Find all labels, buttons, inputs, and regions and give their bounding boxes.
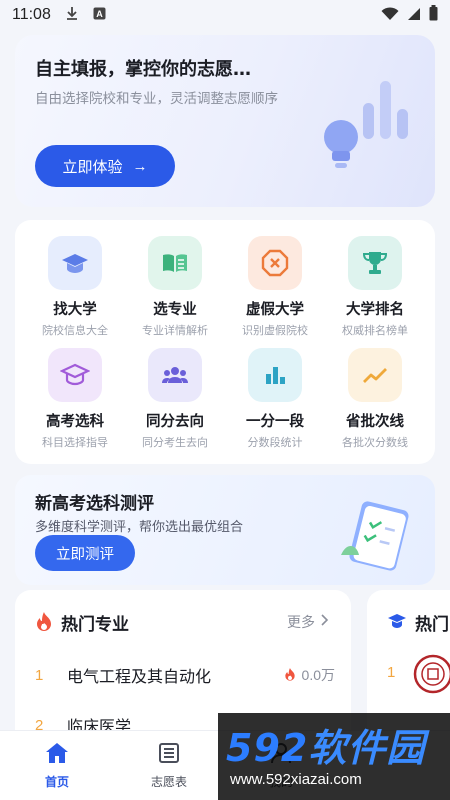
grid-desc: 权威排名榜单 xyxy=(342,324,408,337)
hero-banner: 自主填报，掌控你的志愿… 自由选择院校和专业，灵活调整志愿顺序 立即体验 → xyxy=(15,35,435,207)
clipboard-check-icon xyxy=(341,501,409,571)
wifi-icon xyxy=(381,6,399,25)
download-icon xyxy=(65,6,79,24)
grid-label: 虚假大学 xyxy=(246,302,304,318)
grid-desc: 专业详情解析 xyxy=(142,324,208,337)
tab-label: 志愿表 xyxy=(150,775,187,789)
major-name: 电气工程及其自动化 xyxy=(67,667,212,686)
signal-icon xyxy=(407,6,421,25)
status-time: 11:08 xyxy=(12,6,51,23)
watermark: 592软件园 www.592xiazai.com xyxy=(218,713,450,800)
hot-schools-title: 热门 xyxy=(415,615,449,635)
watermark-logo-cn: 软件园 xyxy=(308,726,426,770)
grid-desc: 同分考生去向 xyxy=(142,436,208,449)
grid-item-same-score[interactable]: 同分去向 同分考生去向 xyxy=(125,348,225,458)
chevron-right-icon xyxy=(321,614,329,630)
fire-icon xyxy=(35,611,53,635)
grid-label: 大学排名 xyxy=(346,302,404,318)
eval-subtitle: 多维度科学测评，帮你选出最优组合 xyxy=(35,520,244,535)
hot-majors-header: 热门专业 xyxy=(35,610,129,635)
grid-item-find-university[interactable]: 找大学 院校信息大全 xyxy=(25,236,125,346)
university-logo-icon xyxy=(413,654,450,694)
hot-schools-header: 热门 xyxy=(387,610,449,635)
bar-chart-icon xyxy=(248,348,302,402)
eval-title: 新高考选科测评 xyxy=(35,494,154,514)
tab-label: 首页 xyxy=(44,775,69,789)
hot-majors-title: 热门专业 xyxy=(61,615,129,635)
home-icon xyxy=(45,742,69,767)
list-icon xyxy=(158,742,180,767)
rank-number: 1 xyxy=(35,666,44,684)
trophy-icon xyxy=(348,236,402,290)
grid-item-fake-university[interactable]: 虚假大学 识别虚假院校 xyxy=(225,236,325,346)
grid-desc: 识别虚假院校 xyxy=(242,324,308,337)
grid-label: 一分一段 xyxy=(246,414,304,430)
function-grid: 找大学 院校信息大全 选专业 专业详情解析 虚假大学 识别虚假院校 大学排名 权… xyxy=(15,220,435,464)
heat-value: 0.0万 xyxy=(284,665,335,685)
hero-title: 自主填报，掌控你的志愿… xyxy=(35,59,251,80)
more-link[interactable]: 更多 xyxy=(287,612,329,632)
grid-label: 高考选科 xyxy=(46,414,104,430)
grid-label: 选专业 xyxy=(153,302,197,318)
grid-label: 同分去向 xyxy=(146,414,204,430)
lightbulb-chart-icon xyxy=(324,81,408,168)
arrow-right-icon: → xyxy=(132,157,148,175)
try-now-button[interactable]: 立即体验 → xyxy=(35,145,175,187)
mortarboard-icon xyxy=(48,348,102,402)
grid-label: 找大学 xyxy=(53,302,97,318)
battery-icon xyxy=(429,5,438,25)
graduation-cap-icon xyxy=(48,236,102,290)
grid-item-batch-line[interactable]: 省批次线 各批次分数线 xyxy=(325,348,425,458)
trend-line-icon xyxy=(348,348,402,402)
warning-x-icon xyxy=(248,236,302,290)
more-label: 更多 xyxy=(287,615,315,631)
try-now-label: 立即体验 xyxy=(62,158,123,176)
subject-evaluation-card[interactable]: 新高考选科测评 多维度科学测评，帮你选出最优组合 立即测评 xyxy=(15,475,435,585)
grid-desc: 分数段统计 xyxy=(247,436,303,449)
grid-label: 省批次线 xyxy=(346,414,404,430)
list-item[interactable]: 1 电气工程及其自动化 0.0万 xyxy=(35,660,335,690)
svg-text:A: A xyxy=(96,9,103,19)
notification-a-icon: A xyxy=(93,7,106,24)
grid-item-score-segment[interactable]: 一分一段 分数段统计 xyxy=(225,348,325,458)
fire-icon xyxy=(284,667,296,684)
evaluate-now-button[interactable]: 立即测评 xyxy=(35,535,135,571)
group-icon xyxy=(148,348,202,402)
grid-desc: 院校信息大全 xyxy=(42,324,108,337)
status-bar: 11:08 A xyxy=(0,0,450,30)
book-icon xyxy=(148,236,202,290)
graduation-cap-icon xyxy=(387,612,407,634)
rank-number: 1 xyxy=(387,664,396,681)
grid-item-university-ranking[interactable]: 大学排名 权威排名榜单 xyxy=(325,236,425,346)
hero-subtitle: 自由选择院校和专业，灵活调整志愿顺序 xyxy=(35,91,278,107)
heat-value-text: 0.0万 xyxy=(301,667,335,683)
watermark-url: www.592xiazai.com xyxy=(230,771,362,788)
tab-wishlist[interactable]: 志愿表 xyxy=(124,731,214,800)
watermark-logo: 592软件园 xyxy=(226,717,425,772)
tab-home[interactable]: 首页 xyxy=(12,731,102,800)
grid-desc: 各批次分数线 xyxy=(342,436,408,449)
grid-item-subject-selection[interactable]: 高考选科 科目选择指导 xyxy=(25,348,125,458)
watermark-logo-num: 592 xyxy=(226,726,309,770)
grid-desc: 科目选择指导 xyxy=(42,436,108,449)
grid-item-choose-major[interactable]: 选专业 专业详情解析 xyxy=(125,236,225,346)
